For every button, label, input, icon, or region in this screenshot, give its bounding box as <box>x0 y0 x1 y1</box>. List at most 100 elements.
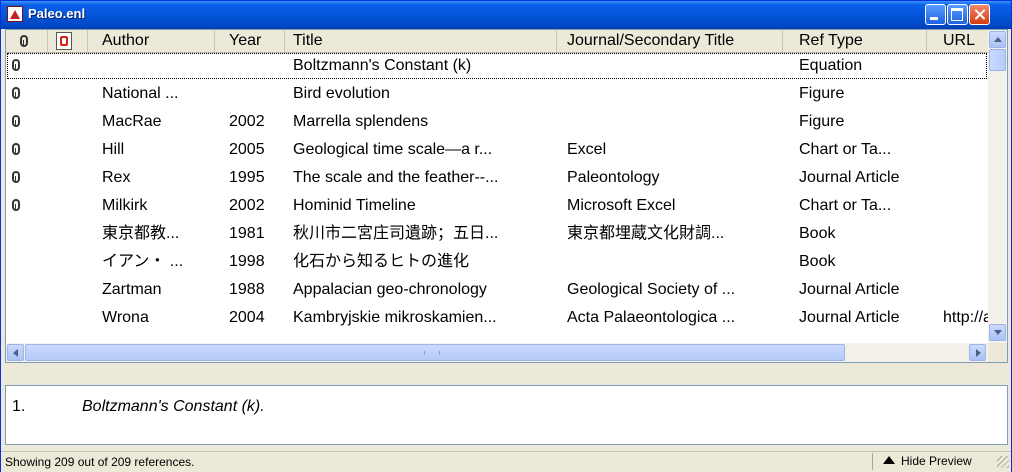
cell-journal: Excel <box>567 141 607 158</box>
title-bar[interactable]: Paleo.enl <box>1 1 1011 29</box>
table-row[interactable]: Boltzmann's Constant (k) Equation <box>6 52 988 80</box>
resize-grip-icon[interactable] <box>997 456 1009 468</box>
preview-citation: Boltzmann's Constant (k). <box>82 398 265 415</box>
cell-journal: 東京都埋蔵文化財調... <box>567 225 725 242</box>
column-header-attachment[interactable] <box>6 30 48 52</box>
cell-journal: Microsoft Excel <box>567 197 676 214</box>
cell-journal <box>557 108 783 136</box>
cell-author: National ... <box>102 85 179 102</box>
table-row[interactable]: MacRae 2002 Marrella splendens Figure <box>6 108 988 136</box>
cell-author: Milkirk <box>102 197 148 214</box>
preview-number: 1. <box>12 398 26 415</box>
cell-title: 化石から知るヒトの進化 <box>293 253 470 270</box>
cell-author: Wrona <box>102 309 149 326</box>
paperclip-icon <box>20 35 28 47</box>
cell-title: Hominid Timeline <box>293 197 416 214</box>
cell-reftype: Journal Article <box>799 309 900 326</box>
table-row[interactable]: Wrona 2004 Kambryjskie mikroskamien... Acta… <box>6 304 988 332</box>
vertical-scrollbar[interactable] <box>988 30 1007 343</box>
cell-reftype: Figure <box>799 85 845 102</box>
cell-author: 東京都教... <box>102 225 180 242</box>
cell-reftype: Chart or Ta... <box>799 141 892 158</box>
endnote-library-window: Paleo.enl Author Year Title Journal/Seco… <box>0 0 1012 472</box>
cell-url: http://a <box>943 309 988 326</box>
column-header-year[interactable]: Year <box>215 30 285 52</box>
paperclip-icon <box>12 59 20 71</box>
scroll-grip-icon <box>424 351 440 355</box>
cell-url <box>927 136 988 164</box>
cell-url <box>927 276 988 304</box>
endnote-app-icon[interactable] <box>7 6 23 22</box>
cell-year: 2005 <box>229 141 265 158</box>
cell-year: 1981 <box>229 225 265 242</box>
column-header-journal[interactable]: Journal/Secondary Title <box>557 30 783 52</box>
cell-year: 1988 <box>229 281 265 298</box>
cell-journal <box>557 52 783 80</box>
close-button[interactable] <box>969 4 990 25</box>
window-title: Paleo.enl <box>28 6 86 21</box>
cell-reftype: Journal Article <box>799 281 900 298</box>
hide-preview-arrow-icon <box>883 456 895 464</box>
cell-journal: Geological Society of ... <box>567 281 736 298</box>
cell-journal: Acta Palaeontologica ... <box>567 309 736 326</box>
scroll-down-arrow-icon[interactable] <box>989 324 1006 341</box>
column-header-author[interactable]: Author <box>88 30 215 52</box>
table-row[interactable]: Hill 2005 Geological time scale—a r... Exce… <box>6 136 988 164</box>
column-header-title[interactable]: Title <box>285 30 557 52</box>
paperclip-icon <box>12 143 20 155</box>
reference-list[interactable]: Author Year Title Journal/Secondary Titl… <box>5 29 1008 363</box>
hide-preview-label: Hide Preview <box>901 454 972 468</box>
cell-author: Hill <box>102 141 125 158</box>
cell-url <box>927 108 988 136</box>
cell-year <box>215 52 285 80</box>
cell-reftype: Book <box>799 225 836 242</box>
table-row[interactable]: 東京都教... 1981 秋川市二宮庄司遺跡；五日... 東京都埋蔵文化財調... Bo… <box>6 220 988 248</box>
cell-title: Kambryjskie mikroskamien... <box>293 309 497 326</box>
vertical-scroll-thumb[interactable] <box>989 49 1006 71</box>
column-header-row: Author Year Title Journal/Secondary Titl… <box>6 30 988 53</box>
cell-title: The scale and the feather--... <box>293 169 499 186</box>
cell-year: 1998 <box>229 253 265 270</box>
status-bar: Showing 209 out of 209 references. Hide … <box>1 451 1011 472</box>
cell-author <box>88 52 215 80</box>
cell-year <box>215 80 285 108</box>
cell-url <box>927 248 988 276</box>
cell-url <box>927 164 988 192</box>
preview-pane[interactable]: 1. Boltzmann's Constant (k). <box>5 385 1008 445</box>
paperclip-icon <box>12 199 20 211</box>
scrollbar-corner <box>988 343 1007 362</box>
column-header-pdf[interactable] <box>48 30 88 52</box>
cell-reftype: Book <box>799 253 836 270</box>
minimize-button[interactable] <box>925 4 946 25</box>
column-header-url[interactable]: URL <box>927 30 988 52</box>
table-row[interactable]: National ... Bird evolution Figure <box>6 80 988 108</box>
cell-author: Rex <box>102 169 131 186</box>
cell-url <box>927 52 988 80</box>
cell-year: 2004 <box>229 309 265 326</box>
table-row[interactable]: Milkirk 2002 Hominid Timeline Microsoft Exc… <box>6 192 988 220</box>
table-row[interactable]: Rex 1995 The scale and the feather--... Pal… <box>6 164 988 192</box>
cell-title: Boltzmann's Constant (k) <box>293 57 472 74</box>
cell-url <box>927 192 988 220</box>
hide-preview-button[interactable]: Hide Preview <box>872 453 993 470</box>
maximize-button[interactable] <box>947 4 968 25</box>
cell-author: Zartman <box>102 281 162 298</box>
status-text: Showing 209 out of 209 references. <box>5 455 195 469</box>
cell-reftype: Journal Article <box>799 169 900 186</box>
table-row[interactable]: イアン・ ... 1998 化石から知るヒトの進化 Book <box>6 248 988 276</box>
cell-year: 1995 <box>229 169 265 186</box>
cell-reftype: Equation <box>799 57 863 74</box>
cell-reftype: Figure <box>799 113 845 130</box>
horizontal-scrollbar[interactable] <box>6 343 988 362</box>
cell-title: Geological time scale—a r... <box>293 141 493 158</box>
column-header-ref-type[interactable]: Ref Type <box>783 30 927 52</box>
table-row[interactable]: Zartman 1988 Appalacian geo-chronology Geol… <box>6 276 988 304</box>
cell-title: Appalacian geo-chronology <box>293 281 487 298</box>
scroll-right-arrow-icon[interactable] <box>969 344 986 361</box>
scroll-left-arrow-icon[interactable] <box>7 344 24 361</box>
horizontal-scroll-thumb[interactable] <box>25 344 845 361</box>
cell-year: 2002 <box>229 113 265 130</box>
scroll-up-arrow-icon[interactable] <box>989 31 1006 48</box>
paperclip-icon <box>12 115 20 127</box>
cell-url <box>927 80 988 108</box>
